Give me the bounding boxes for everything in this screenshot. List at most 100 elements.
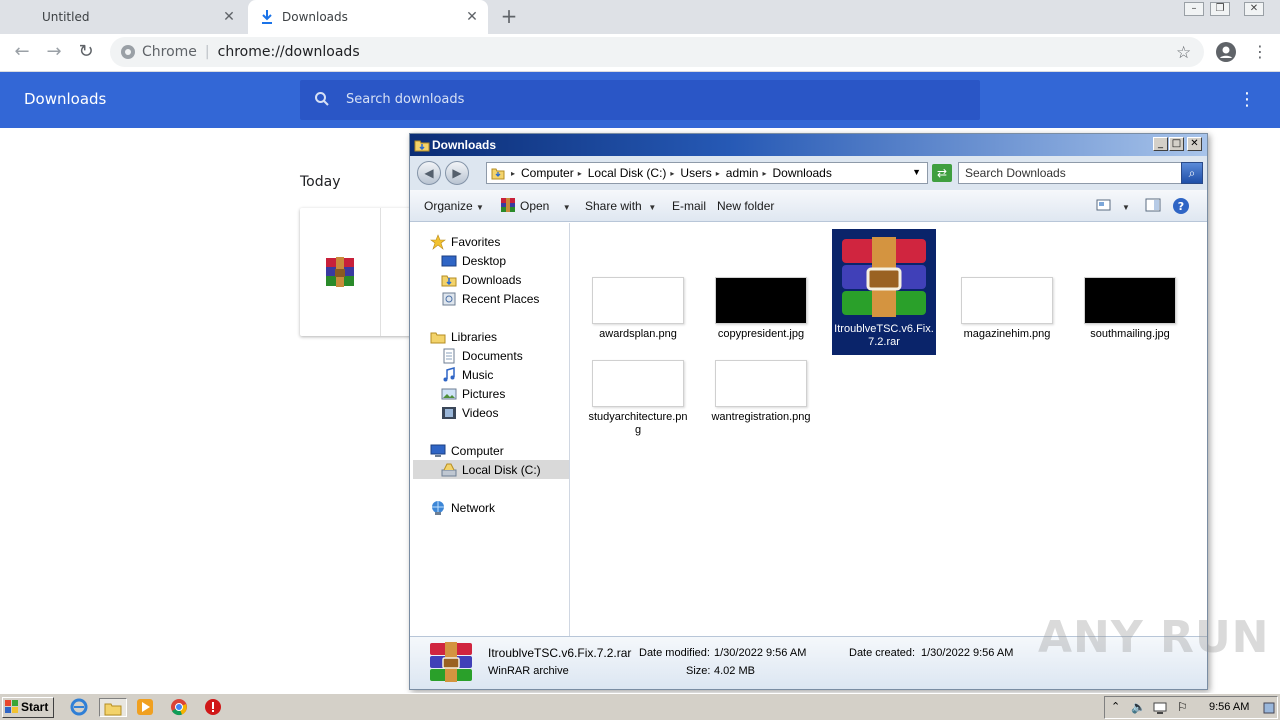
close-button[interactable]: ✕ bbox=[1187, 137, 1202, 151]
forward-button[interactable]: ▶ bbox=[445, 161, 469, 185]
change-view-icon[interactable] bbox=[1096, 197, 1114, 215]
nav-pictures[interactable]: Pictures bbox=[413, 384, 569, 403]
share-with-button[interactable]: Share with ▼ bbox=[585, 199, 656, 213]
chevron-right-icon[interactable]: ▸ bbox=[511, 169, 515, 178]
show-desktop-icon[interactable] bbox=[1263, 700, 1275, 719]
nav-libraries[interactable]: Libraries bbox=[413, 327, 569, 346]
breadcrumb-computer[interactable]: Computer bbox=[521, 166, 574, 180]
window-title: Downloads bbox=[432, 138, 497, 152]
breadcrumb-local-disk[interactable]: Local Disk (C:) bbox=[588, 166, 667, 180]
file-item[interactable]: copypresident.jpg bbox=[709, 277, 813, 341]
network-status-icon[interactable] bbox=[1153, 700, 1169, 719]
explorer-taskbar-button[interactable] bbox=[99, 698, 127, 717]
search-icon bbox=[314, 91, 330, 111]
profile-avatar-icon[interactable] bbox=[1216, 42, 1236, 66]
refresh-icon[interactable]: ⇄ bbox=[932, 164, 952, 182]
nav-videos[interactable]: Videos bbox=[413, 403, 569, 422]
nav-label: Local Disk (C:) bbox=[462, 462, 541, 477]
nav-downloads[interactable]: Downloads bbox=[413, 270, 569, 289]
maximize-button[interactable]: □ bbox=[1169, 137, 1184, 151]
organize-button[interactable]: Organize ▼ bbox=[424, 199, 484, 213]
file-item[interactable]: awardsplan.png bbox=[586, 277, 690, 341]
file-item[interactable]: southmailing.jpg bbox=[1078, 277, 1182, 341]
more-actions-icon[interactable]: ⋮ bbox=[1238, 90, 1256, 110]
address-bar[interactable]: Chrome | chrome://downloads bbox=[110, 37, 1204, 67]
download-icon bbox=[260, 9, 274, 28]
chevron-right-icon[interactable]: ▸ bbox=[670, 169, 674, 178]
start-button[interactable]: Start bbox=[2, 697, 54, 718]
clock[interactable]: 9:56 AM bbox=[1209, 701, 1249, 713]
close-tab-icon[interactable]: ✕ bbox=[464, 9, 480, 25]
explorer-titlebar[interactable]: Downloads _ □ ✕ bbox=[410, 134, 1207, 156]
file-name: wantregistration.png bbox=[711, 411, 811, 423]
documents-icon bbox=[441, 348, 457, 364]
explorer-window: Downloads _ □ ✕ ◀ ▶ ▸ Computer ▸ Local D… bbox=[409, 133, 1208, 690]
music-icon bbox=[441, 366, 457, 383]
nav-documents[interactable]: Documents bbox=[413, 346, 569, 365]
nav-label: Network bbox=[451, 500, 496, 515]
download-card bbox=[300, 208, 420, 336]
media-player-icon[interactable] bbox=[136, 698, 156, 717]
search-icon[interactable]: ⌕ bbox=[1181, 162, 1203, 184]
tab-untitled[interactable]: Untitled ✕ bbox=[0, 0, 245, 34]
winrar-file-icon bbox=[324, 256, 356, 292]
forward-button[interactable]: → bbox=[42, 42, 66, 62]
file-item[interactable]: magazinehim.png bbox=[955, 277, 1059, 341]
file-item[interactable]: studyarchitecture.png bbox=[586, 360, 690, 437]
windows-logo-icon bbox=[5, 700, 19, 720]
chevron-down-icon[interactable]: ▼ bbox=[912, 167, 921, 177]
image-thumbnail bbox=[1084, 277, 1176, 324]
internet-explorer-icon[interactable] bbox=[70, 698, 90, 717]
videos-icon bbox=[441, 405, 457, 421]
back-button[interactable]: ◀ bbox=[417, 161, 441, 185]
date-modified-label: Date modified: bbox=[639, 647, 710, 659]
breadcrumb-users[interactable]: Users bbox=[680, 166, 711, 180]
nav-recent-places[interactable]: Recent Places bbox=[413, 289, 569, 308]
nav-label: Downloads bbox=[462, 272, 522, 287]
reload-button[interactable]: ↻ bbox=[74, 42, 98, 62]
back-button[interactable]: ← bbox=[10, 42, 34, 62]
bookmark-star-icon[interactable]: ☆ bbox=[1176, 43, 1191, 63]
minimize-button[interactable]: _ bbox=[1153, 137, 1168, 151]
open-button[interactable]: Open ▼ bbox=[520, 199, 571, 213]
folder-icon bbox=[491, 165, 505, 184]
taskbar: Start ⌃ 🔈 ⚐ 9:56 AM bbox=[0, 693, 1280, 720]
volume-icon[interactable]: 🔈 bbox=[1131, 700, 1146, 714]
close-window-button[interactable]: ✕ bbox=[1244, 2, 1264, 16]
breadcrumb-admin[interactable]: admin bbox=[726, 166, 759, 180]
restore-button[interactable]: ❐ bbox=[1210, 2, 1230, 16]
nav-favorites[interactable]: Favorites bbox=[413, 232, 569, 251]
help-icon[interactable]: ? bbox=[1172, 197, 1190, 215]
chevron-right-icon[interactable]: ▸ bbox=[762, 169, 766, 178]
file-item[interactable]: wantregistration.png bbox=[709, 360, 813, 424]
downloads-search[interactable]: Search downloads bbox=[300, 80, 980, 120]
file-item-selected[interactable]: ItroublveTSC.v6.Fix.7.2.rar bbox=[832, 229, 936, 355]
breadcrumb-downloads[interactable]: Downloads bbox=[772, 166, 831, 180]
chrome-menu-icon[interactable]: ⋮ bbox=[1252, 42, 1268, 61]
chevron-right-icon[interactable]: ▸ bbox=[578, 169, 582, 178]
nav-computer[interactable]: Computer bbox=[413, 441, 569, 460]
nav-music[interactable]: Music bbox=[413, 365, 569, 384]
minimize-button[interactable]: – bbox=[1184, 2, 1204, 16]
open-label: Open bbox=[520, 199, 550, 213]
new-folder-button[interactable]: New folder bbox=[717, 199, 774, 213]
new-tab-button[interactable]: + bbox=[498, 5, 520, 27]
tab-downloads[interactable]: Downloads ✕ bbox=[248, 0, 488, 34]
search-input[interactable]: Search Downloads bbox=[958, 162, 1182, 184]
breadcrumb[interactable]: ▸ Computer ▸ Local Disk (C:) ▸ Users ▸ a… bbox=[486, 162, 928, 184]
chevron-down-icon[interactable]: ▼ bbox=[1122, 199, 1130, 213]
nav-desktop[interactable]: Desktop bbox=[413, 251, 569, 270]
email-button[interactable]: E-mail bbox=[672, 199, 706, 213]
close-tab-icon[interactable]: ✕ bbox=[221, 9, 237, 25]
stop-icon[interactable] bbox=[204, 698, 224, 717]
chrome-taskbar-icon[interactable] bbox=[170, 698, 190, 717]
action-center-flag-icon[interactable]: ⚐ bbox=[1177, 700, 1188, 714]
site-label: Chrome bbox=[142, 44, 197, 60]
nav-label: Recent Places bbox=[462, 291, 540, 306]
nav-local-disk[interactable]: Local Disk (C:) bbox=[413, 460, 569, 479]
nav-network[interactable]: Network bbox=[413, 498, 569, 517]
card-divider bbox=[380, 208, 381, 336]
chevron-right-icon[interactable]: ▸ bbox=[716, 169, 720, 178]
show-hidden-icons-icon[interactable]: ⌃ bbox=[1111, 700, 1120, 713]
preview-pane-icon[interactable] bbox=[1145, 197, 1163, 215]
